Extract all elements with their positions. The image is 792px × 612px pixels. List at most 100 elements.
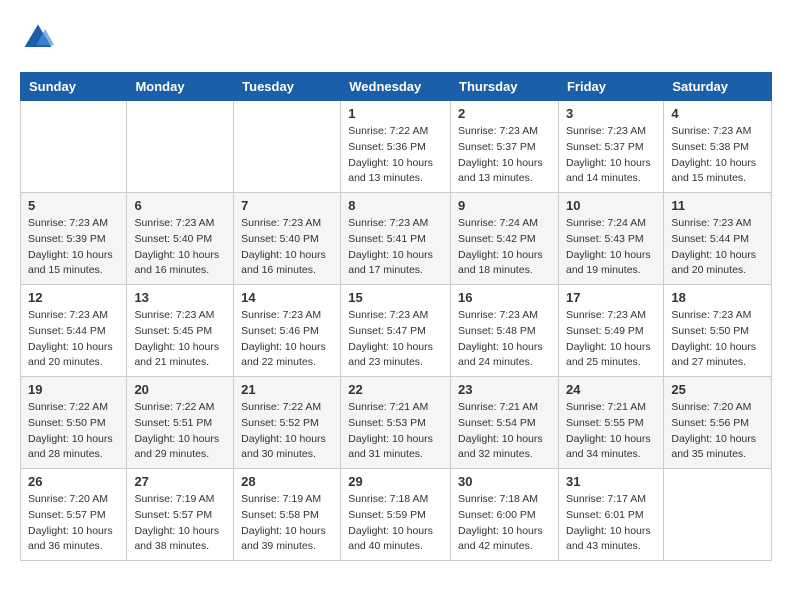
day-number: 10 <box>566 198 656 213</box>
day-number: 12 <box>28 290 119 305</box>
calendar-cell <box>234 101 341 193</box>
calendar-week-row: 1 Sunrise: 7:22 AM Sunset: 5:36 PM Daylig… <box>21 101 772 193</box>
day-info: Sunrise: 7:21 AM Sunset: 5:55 PM Dayligh… <box>566 400 656 463</box>
weekday-header-sunday: Sunday <box>21 73 127 101</box>
day-number: 20 <box>134 382 226 397</box>
day-info: Sunrise: 7:23 AM Sunset: 5:47 PM Dayligh… <box>348 308 443 371</box>
day-number: 28 <box>241 474 333 489</box>
calendar-cell: 28 Sunrise: 7:19 AM Sunset: 5:58 PM Dayli… <box>234 469 341 561</box>
day-info: Sunrise: 7:23 AM Sunset: 5:45 PM Dayligh… <box>134 308 226 371</box>
day-info: Sunrise: 7:24 AM Sunset: 5:43 PM Dayligh… <box>566 216 656 279</box>
day-number: 15 <box>348 290 443 305</box>
calendar-cell: 10 Sunrise: 7:24 AM Sunset: 5:43 PM Dayli… <box>558 193 663 285</box>
day-info: Sunrise: 7:23 AM Sunset: 5:37 PM Dayligh… <box>458 124 551 187</box>
day-info: Sunrise: 7:22 AM Sunset: 5:51 PM Dayligh… <box>134 400 226 463</box>
day-number: 6 <box>134 198 226 213</box>
day-number: 13 <box>134 290 226 305</box>
calendar-cell: 24Sunrise: 7:21 AM Sunset: 5:55 PM Dayli… <box>558 377 663 469</box>
day-number: 14 <box>241 290 333 305</box>
day-info: Sunrise: 7:21 AM Sunset: 5:53 PM Dayligh… <box>348 400 443 463</box>
calendar-week-row: 12 Sunrise: 7:23 AM Sunset: 5:44 PM Dayli… <box>21 285 772 377</box>
calendar-cell: 13 Sunrise: 7:23 AM Sunset: 5:45 PM Dayli… <box>127 285 234 377</box>
day-info: Sunrise: 7:22 AM Sunset: 5:50 PM Dayligh… <box>28 400 119 463</box>
day-number: 3 <box>566 106 656 121</box>
day-number: 2 <box>458 106 551 121</box>
calendar-cell: 25Sunrise: 7:20 AM Sunset: 5:56 PM Dayli… <box>664 377 772 469</box>
day-info: Sunrise: 7:23 AM Sunset: 5:44 PM Dayligh… <box>671 216 764 279</box>
calendar-cell: 22 Sunrise: 7:21 AM Sunset: 5:53 PM Dayli… <box>341 377 451 469</box>
day-info: Sunrise: 7:23 AM Sunset: 5:40 PM Dayligh… <box>241 216 333 279</box>
day-info: Sunrise: 7:18 AM Sunset: 5:59 PM Dayligh… <box>348 492 443 555</box>
calendar-cell: 5 Sunrise: 7:23 AM Sunset: 5:39 PM Daylig… <box>21 193 127 285</box>
calendar-cell: 9Sunrise: 7:24 AM Sunset: 5:42 PM Daylig… <box>451 193 559 285</box>
day-number: 18 <box>671 290 764 305</box>
day-number: 23 <box>458 382 551 397</box>
logo <box>20 20 58 56</box>
day-info: Sunrise: 7:22 AM Sunset: 5:52 PM Dayligh… <box>241 400 333 463</box>
calendar-cell: 26 Sunrise: 7:20 AM Sunset: 5:57 PM Dayli… <box>21 469 127 561</box>
day-info: Sunrise: 7:23 AM Sunset: 5:37 PM Dayligh… <box>566 124 656 187</box>
day-number: 29 <box>348 474 443 489</box>
day-number: 22 <box>348 382 443 397</box>
day-info: Sunrise: 7:23 AM Sunset: 5:46 PM Dayligh… <box>241 308 333 371</box>
calendar-cell: 14 Sunrise: 7:23 AM Sunset: 5:46 PM Dayli… <box>234 285 341 377</box>
calendar-cell: 20 Sunrise: 7:22 AM Sunset: 5:51 PM Dayli… <box>127 377 234 469</box>
day-info: Sunrise: 7:21 AM Sunset: 5:54 PM Dayligh… <box>458 400 551 463</box>
day-info: Sunrise: 7:23 AM Sunset: 5:39 PM Dayligh… <box>28 216 119 279</box>
day-info: Sunrise: 7:23 AM Sunset: 5:44 PM Dayligh… <box>28 308 119 371</box>
day-number: 27 <box>134 474 226 489</box>
weekday-header-saturday: Saturday <box>664 73 772 101</box>
day-number: 1 <box>348 106 443 121</box>
calendar-cell: 30Sunrise: 7:18 AM Sunset: 6:00 PM Dayli… <box>451 469 559 561</box>
day-info: Sunrise: 7:22 AM Sunset: 5:36 PM Dayligh… <box>348 124 443 187</box>
day-info: Sunrise: 7:23 AM Sunset: 5:49 PM Dayligh… <box>566 308 656 371</box>
day-number: 21 <box>241 382 333 397</box>
calendar-header-row: SundayMondayTuesdayWednesdayThursdayFrid… <box>21 73 772 101</box>
calendar-cell: 21 Sunrise: 7:22 AM Sunset: 5:52 PM Dayli… <box>234 377 341 469</box>
day-number: 8 <box>348 198 443 213</box>
day-info: Sunrise: 7:19 AM Sunset: 5:58 PM Dayligh… <box>241 492 333 555</box>
calendar-cell: 3 Sunrise: 7:23 AM Sunset: 5:37 PM Daylig… <box>558 101 663 193</box>
day-info: Sunrise: 7:23 AM Sunset: 5:50 PM Dayligh… <box>671 308 764 371</box>
day-number: 7 <box>241 198 333 213</box>
calendar-cell: 27 Sunrise: 7:19 AM Sunset: 5:57 PM Dayli… <box>127 469 234 561</box>
page-header <box>20 20 772 56</box>
day-number: 4 <box>671 106 764 121</box>
calendar-cell: 1 Sunrise: 7:22 AM Sunset: 5:36 PM Daylig… <box>341 101 451 193</box>
calendar-cell: 16Sunrise: 7:23 AM Sunset: 5:48 PM Dayli… <box>451 285 559 377</box>
calendar-cell <box>664 469 772 561</box>
weekday-header-friday: Friday <box>558 73 663 101</box>
calendar-cell: 19Sunrise: 7:22 AM Sunset: 5:50 PM Dayli… <box>21 377 127 469</box>
calendar-cell: 7 Sunrise: 7:23 AM Sunset: 5:40 PM Daylig… <box>234 193 341 285</box>
day-info: Sunrise: 7:23 AM Sunset: 5:41 PM Dayligh… <box>348 216 443 279</box>
calendar-cell: 29 Sunrise: 7:18 AM Sunset: 5:59 PM Dayli… <box>341 469 451 561</box>
calendar-cell: 15 Sunrise: 7:23 AM Sunset: 5:47 PM Dayli… <box>341 285 451 377</box>
day-info: Sunrise: 7:19 AM Sunset: 5:57 PM Dayligh… <box>134 492 226 555</box>
weekday-header-wednesday: Wednesday <box>341 73 451 101</box>
calendar-cell: 2 Sunrise: 7:23 AM Sunset: 5:37 PM Daylig… <box>451 101 559 193</box>
day-number: 25 <box>671 382 764 397</box>
calendar-cell: 17 Sunrise: 7:23 AM Sunset: 5:49 PM Dayli… <box>558 285 663 377</box>
calendar-week-row: 19Sunrise: 7:22 AM Sunset: 5:50 PM Dayli… <box>21 377 772 469</box>
calendar-cell <box>127 101 234 193</box>
calendar-cell: 4 Sunrise: 7:23 AM Sunset: 5:38 PM Daylig… <box>664 101 772 193</box>
day-number: 16 <box>458 290 551 305</box>
calendar-cell: 31Sunrise: 7:17 AM Sunset: 6:01 PM Dayli… <box>558 469 663 561</box>
calendar-week-row: 5 Sunrise: 7:23 AM Sunset: 5:39 PM Daylig… <box>21 193 772 285</box>
calendar-cell: 8 Sunrise: 7:23 AM Sunset: 5:41 PM Daylig… <box>341 193 451 285</box>
calendar-cell: 12 Sunrise: 7:23 AM Sunset: 5:44 PM Dayli… <box>21 285 127 377</box>
calendar-cell: 18 Sunrise: 7:23 AM Sunset: 5:50 PM Dayli… <box>664 285 772 377</box>
day-number: 11 <box>671 198 764 213</box>
calendar-cell: 11 Sunrise: 7:23 AM Sunset: 5:44 PM Dayli… <box>664 193 772 285</box>
day-number: 17 <box>566 290 656 305</box>
logo-icon <box>20 20 56 56</box>
day-number: 5 <box>28 198 119 213</box>
day-number: 30 <box>458 474 551 489</box>
day-info: Sunrise: 7:23 AM Sunset: 5:38 PM Dayligh… <box>671 124 764 187</box>
calendar-cell: 23 Sunrise: 7:21 AM Sunset: 5:54 PM Dayli… <box>451 377 559 469</box>
weekday-header-tuesday: Tuesday <box>234 73 341 101</box>
day-info: Sunrise: 7:20 AM Sunset: 5:57 PM Dayligh… <box>28 492 119 555</box>
day-number: 26 <box>28 474 119 489</box>
weekday-header-monday: Monday <box>127 73 234 101</box>
day-info: Sunrise: 7:24 AM Sunset: 5:42 PM Dayligh… <box>458 216 551 279</box>
